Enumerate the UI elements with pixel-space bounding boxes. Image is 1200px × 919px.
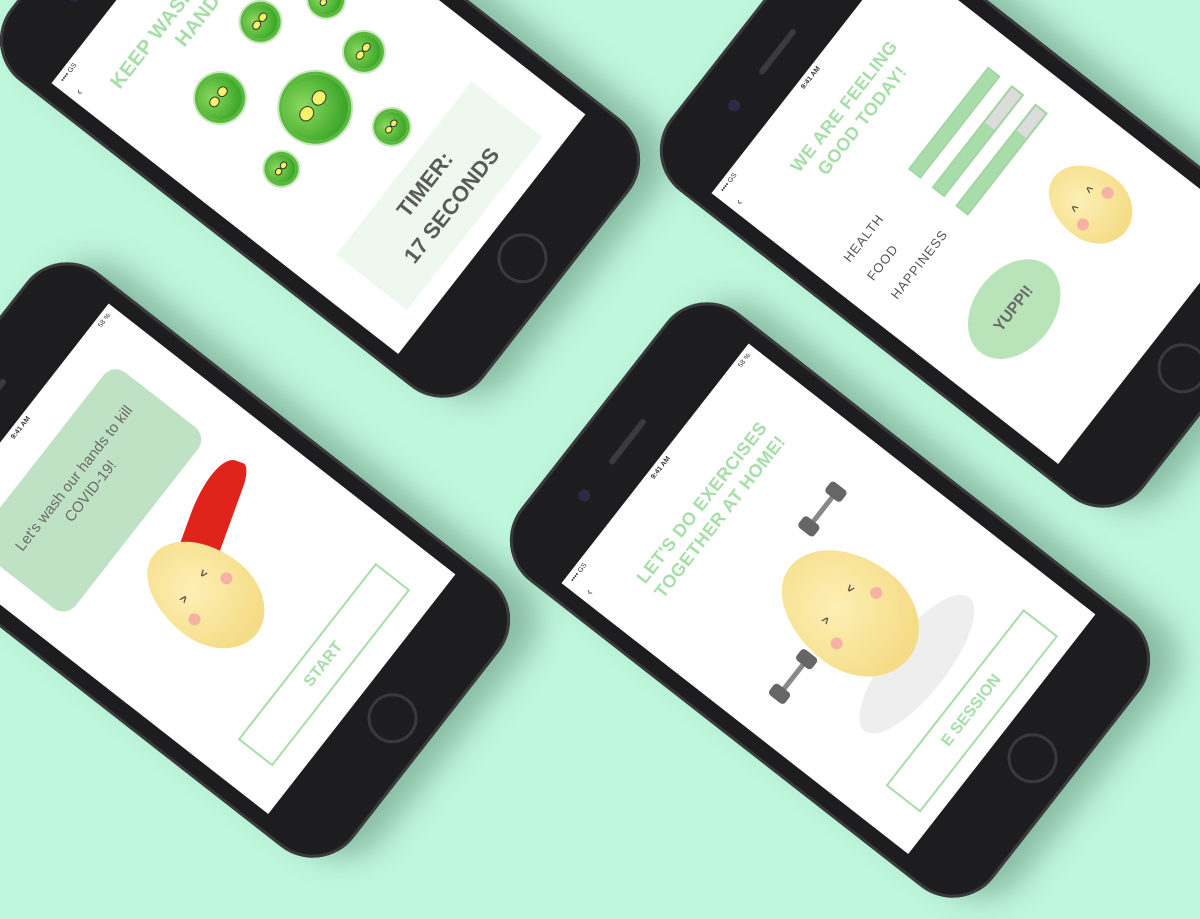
mascot-cheek	[1074, 216, 1092, 233]
dumbbell-icon	[767, 646, 823, 708]
stat-label-happiness: HAPPINESS	[887, 226, 951, 302]
virus-icon	[268, 61, 362, 155]
virus-icon	[370, 105, 413, 148]
battery-indicator: 58 %	[97, 312, 113, 330]
back-arrow-icon[interactable]: ‹	[732, 196, 745, 208]
home-button[interactable]	[1147, 333, 1200, 404]
front-camera	[65, 0, 83, 4]
virus-icon	[340, 27, 388, 76]
screen-title: WE ARE FEELING GOOD TODAY!	[786, 36, 911, 179]
back-arrow-icon[interactable]: ‹	[582, 586, 595, 598]
mascot-eye-icon: >	[176, 591, 192, 606]
bubble-text: YUPPI!	[990, 282, 1037, 336]
bean-mascot: ^ ^	[1033, 148, 1148, 259]
home-button[interactable]	[357, 683, 428, 754]
earpiece-speaker	[757, 27, 798, 76]
mascot-eye-icon: ^	[1082, 183, 1099, 198]
front-camera	[575, 487, 593, 504]
stat-label-food: FOOD	[863, 241, 902, 284]
mascot-cheek	[867, 584, 885, 602]
virus-icon	[305, 0, 348, 21]
virus-icon	[261, 149, 302, 189]
speech-bubble: YUPPI!	[948, 241, 1080, 378]
mascot-eye-icon: <	[842, 581, 859, 596]
earpiece-speaker	[607, 417, 648, 466]
home-button[interactable]	[487, 223, 558, 294]
mascot-eye-icon: <	[195, 566, 212, 581]
speech-text: Let's wash our hands to kill COVID-19!	[12, 402, 137, 555]
dumbbell-icon	[796, 478, 853, 540]
screen-title: LET'S DO EXERCISES TOGETHER AT HOME!	[632, 417, 790, 602]
mascot-eye-icon: ^	[1068, 202, 1084, 217]
back-arrow-icon[interactable]: ‹	[72, 86, 85, 98]
home-button[interactable]	[997, 723, 1068, 794]
front-camera	[725, 97, 743, 114]
earpiece-speaker	[0, 377, 8, 426]
battery-indicator: 58 %	[737, 352, 753, 370]
mascot-cheek	[186, 610, 203, 628]
mascot-cheek	[828, 634, 846, 652]
virus-icon	[236, 0, 285, 46]
mascot-cheek	[1099, 184, 1116, 202]
mascot-eye-icon: >	[818, 613, 834, 628]
virus-icon	[189, 67, 251, 129]
mascot-cheek	[218, 569, 235, 587]
